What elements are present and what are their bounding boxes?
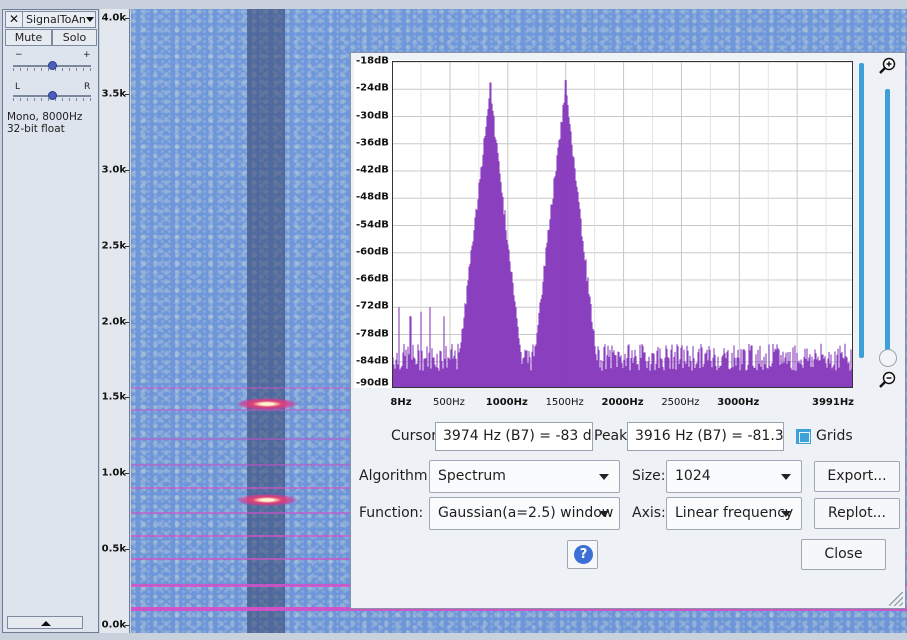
tone-energy-blob: [237, 398, 297, 410]
y-axis-tick-label: -42dB: [356, 164, 389, 176]
zoom-slider-thumb[interactable]: [879, 349, 897, 367]
ruler-tick: [125, 321, 129, 323]
size-label: Size:: [632, 468, 666, 484]
y-axis-tick-label: -78dB: [356, 328, 389, 339]
y-axis-tick-label: -90dB: [356, 377, 389, 389]
ruler-label: 1.0k: [101, 467, 126, 479]
track-title-bar[interactable]: ✕ SignalToAna: [5, 11, 96, 28]
track-rate-text: Mono, 8000Hz: [7, 111, 83, 123]
spectrum-bars: [393, 89, 852, 387]
track-close-button[interactable]: ✕: [6, 12, 23, 27]
x-axis-tick-label: 2000Hz: [601, 397, 644, 408]
track-format-info: Mono, 8000Hz 32-bit float: [7, 111, 82, 135]
y-axis-tick-label: -36dB: [356, 137, 389, 149]
x-axis-tick-label: 3991Hz: [811, 397, 855, 408]
axis-label: Axis:: [632, 505, 666, 521]
y-axis-tick-label: -54dB: [356, 219, 389, 230]
ruler-tick: [125, 473, 129, 475]
chevron-down-icon: [781, 511, 791, 517]
cursor-label: Cursor:: [391, 428, 442, 444]
cursor-readout-field[interactable]: 3974 Hz (B7) = -83 dB: [435, 422, 593, 451]
ruler-tick: [125, 93, 129, 95]
track-control-panel: ✕ SignalToAna Mute Solo − + L R Mono, 80…: [2, 9, 99, 633]
spectrum-chart: [393, 62, 852, 387]
peak-readout-field[interactable]: 3916 Hz (B7) = -81.3 dB: [627, 422, 784, 451]
spectrum-plot-area[interactable]: [392, 61, 853, 388]
x-axis-tick-label: 500Hz: [433, 397, 465, 408]
y-axis-tick-label: -24dB: [356, 82, 389, 94]
spectrum-plot-frame: -18dB -24dB -30dB -36dB -42dB -48dB -54dB -60dB…: [354, 56, 853, 389]
frequency-analysis-dialog: -18dB -24dB -30dB -36dB -42dB -48dB -54dB -60dB…: [350, 52, 906, 609]
x-axis-tick-label: 8Hz: [390, 397, 412, 408]
ruler-label: 3.5k: [101, 88, 126, 100]
replot-button[interactable]: Replot...: [814, 498, 900, 529]
gain-slider[interactable]: [13, 59, 91, 73]
size-select-value: 1024: [675, 468, 711, 484]
help-icon: ?: [574, 545, 593, 564]
function-select-value: Gaussian(a=2.5) window: [438, 505, 614, 521]
collapse-track-button[interactable]: [7, 616, 83, 629]
y-axis-tick-label: -30dB: [356, 110, 389, 121]
ruler-label: 3.0k: [101, 164, 126, 176]
ruler-tick: [125, 169, 129, 171]
ruler-tick: [125, 549, 129, 551]
algorithm-label: Algorithm:: [359, 468, 433, 484]
frequency-ruler: 4.0k 3.5k 3.0k 2.5k 2.0k 1.5k 1.0k 0.5k 0.0k: [100, 9, 130, 633]
ruler-tick: [125, 625, 129, 626]
y-axis-tick-label: -66dB: [356, 273, 389, 285]
mute-button[interactable]: Mute: [5, 29, 52, 46]
track-menu-dropdown-icon[interactable]: [85, 12, 95, 27]
pan-slider-thumb[interactable]: [47, 91, 57, 100]
function-label: Function:: [359, 505, 424, 521]
zoom-slider-track[interactable]: [885, 89, 890, 359]
ruler-label: 0.0k: [101, 619, 126, 631]
x-axis-tick-label: 1500Hz: [545, 397, 584, 408]
pan-slider[interactable]: [13, 89, 91, 103]
track-format-text: 32-bit float: [7, 123, 65, 135]
grids-checkbox[interactable]: [796, 429, 811, 444]
solo-button[interactable]: Solo: [52, 29, 97, 46]
selection-region[interactable]: [247, 9, 285, 633]
ruler-tick: [125, 18, 129, 19]
axis-select[interactable]: Linear frequency: [666, 497, 802, 530]
x-axis-tick-label: 1000Hz: [485, 397, 528, 408]
ruler-tick: [125, 245, 129, 247]
y-axis-tick-label: -84dB: [356, 355, 389, 367]
export-button[interactable]: Export...: [814, 461, 900, 492]
grids-label[interactable]: Grids: [816, 428, 853, 444]
gain-slider-thumb[interactable]: [47, 61, 57, 70]
track-name-label[interactable]: SignalToAna: [23, 13, 85, 26]
audacity-window: ✕ SignalToAna Mute Solo − + L R Mono, 80…: [0, 0, 907, 640]
algorithm-select[interactable]: Spectrum: [429, 460, 620, 493]
ruler-label: 0.5k: [101, 543, 126, 555]
ruler-label: 1.5k: [101, 391, 126, 403]
chevron-down-icon: [781, 474, 791, 480]
y-axis-tick-label: -60dB: [356, 246, 389, 258]
size-select[interactable]: 1024: [666, 460, 802, 493]
ruler-label: 4.0k: [101, 12, 126, 24]
zoom-out-icon[interactable]: [879, 371, 897, 389]
y-axis-tick-label: -48dB: [356, 191, 389, 203]
help-button[interactable]: ?: [567, 540, 598, 569]
vertical-scroll-bar[interactable]: [859, 63, 864, 358]
x-axis-tick-label: 2500Hz: [661, 397, 700, 408]
y-axis-tick-label: -72dB: [356, 300, 389, 312]
chevron-down-icon: [599, 474, 609, 480]
resize-grip-icon[interactable]: [889, 592, 903, 606]
x-axis-tick-label: 3000Hz: [717, 397, 760, 408]
ruler-tick: [125, 397, 129, 399]
axis-select-value: Linear frequency: [675, 505, 794, 521]
chevron-down-icon: [599, 511, 609, 517]
zoom-in-icon[interactable]: [879, 57, 897, 75]
ruler-label: 2.0k: [101, 316, 126, 327]
close-button[interactable]: Close: [801, 539, 886, 570]
function-select[interactable]: Gaussian(a=2.5) window: [429, 497, 620, 530]
ruler-label: 2.5k: [101, 240, 126, 252]
algorithm-select-value: Spectrum: [438, 468, 506, 484]
y-axis-tick-label: -18dB: [356, 55, 389, 67]
tone-energy-blob: [237, 494, 297, 506]
